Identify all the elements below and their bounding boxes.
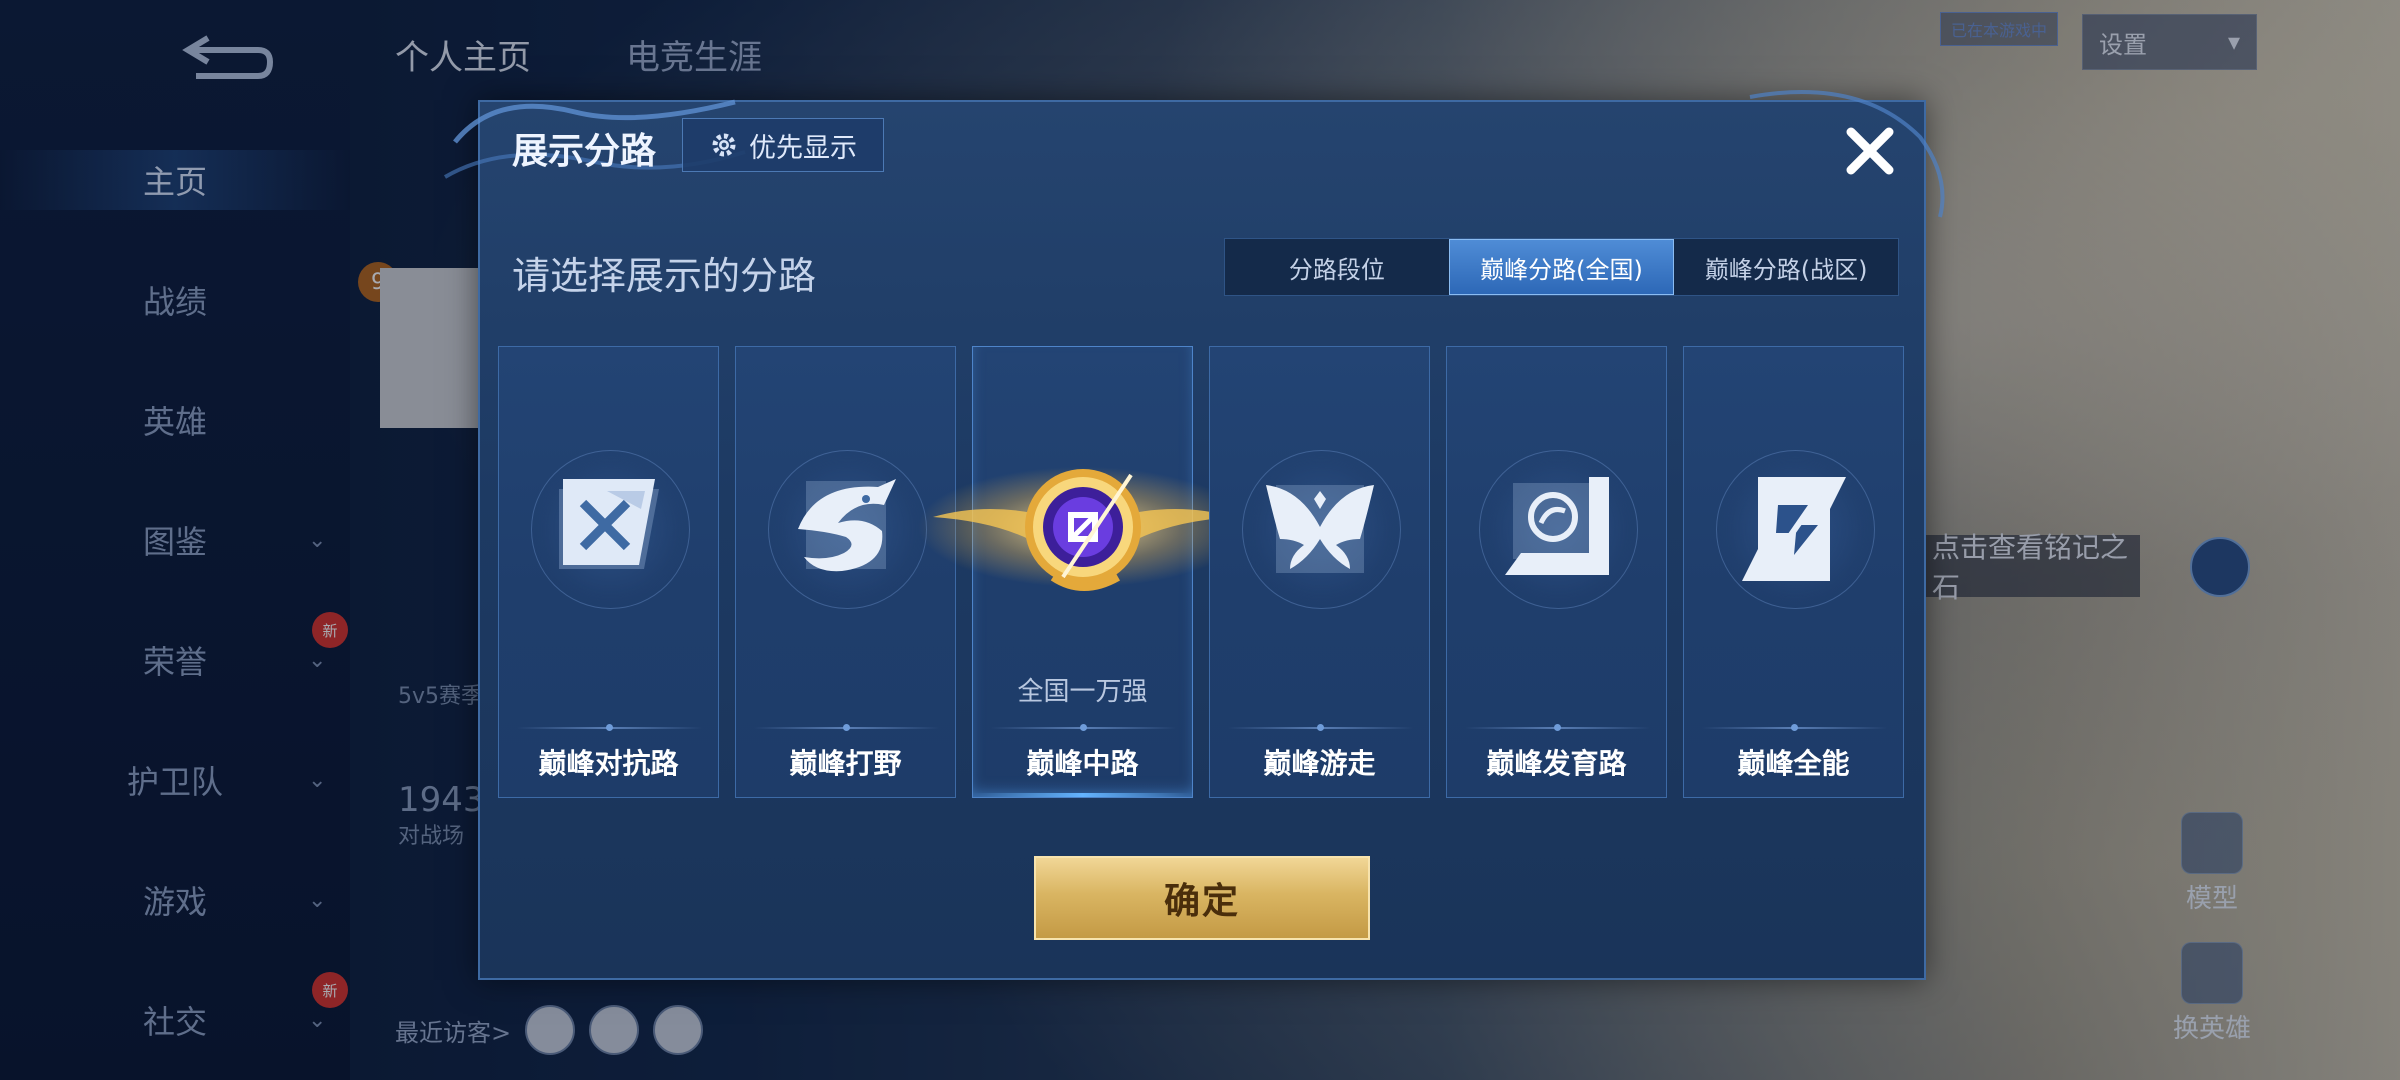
card-divider [1465,724,1650,731]
lane-card-farm[interactable]: 巅峰发育路 [1446,346,1667,798]
all-round-icon [1742,477,1846,581]
lane-label: 巅峰打野 [789,747,902,780]
lane-card-mid[interactable]: 全国一万强 巅峰中路 [918,346,1248,798]
lane-card-roam[interactable]: 巅峰游走 [1209,346,1430,798]
priority-display-button[interactable]: 优先显示 [682,118,884,172]
lane-label: 巅峰对抗路 [538,747,679,780]
clash-lane-icon [559,479,659,569]
close-button[interactable] [1835,116,1905,186]
lane-card-clash[interactable]: 巅峰对抗路 [498,346,719,798]
tab-peak-lane-national[interactable]: 巅峰分路(全国) [1448,239,1675,295]
roam-wings-icon [1266,485,1374,573]
tab-lane-rank[interactable]: 分路段位 [1225,239,1449,295]
dialog-title: 展示分路 [512,131,657,172]
card-divider [754,724,939,731]
farm-lane-icon [1505,477,1609,575]
close-icon [1846,127,1894,175]
tab-peak-lane-region[interactable]: 巅峰分路(战区) [1674,239,1898,295]
confirm-button[interactable]: 确定 [1034,856,1370,940]
jungle-dragon-icon [798,479,896,572]
lane-rank-text: 全国一万强 [1017,677,1148,707]
lane-card-jungle[interactable]: 巅峰打野 [735,346,956,798]
lane-label: 巅峰发育路 [1486,747,1627,780]
lane-source-tabs: 分路段位 巅峰分路(全国) 巅峰分路(战区) [1224,238,1899,296]
gear-icon [712,133,736,157]
selected-glow [973,793,1192,797]
lane-card-all-round[interactable]: 巅峰全能 [1683,346,1904,798]
lane-label: 巅峰游走 [1263,747,1376,780]
card-divider [1702,724,1887,731]
card-divider [517,724,702,731]
display-lane-dialog: 展示分路 优先显示 请选择展示的分路 分路段位 巅峰分路(全国) 巅峰分路(战区… [443,90,1945,980]
lane-label: 巅峰全能 [1737,747,1850,780]
lane-label: 巅峰中路 [1026,747,1139,780]
priority-display-label: 优先显示 [749,132,857,164]
card-divider [991,724,1176,731]
card-divider [1228,724,1413,731]
dialog-subtitle: 请选择展示的分路 [512,254,817,298]
gold-wings-glow-icon [918,467,1248,591]
